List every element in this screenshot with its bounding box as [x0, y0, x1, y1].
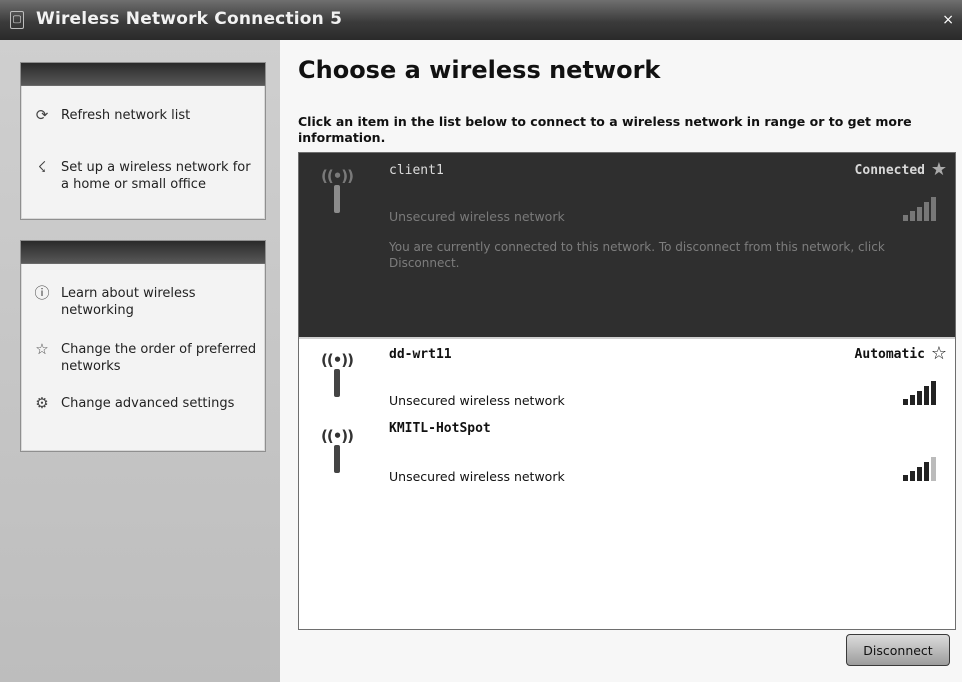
- settings-icon: ⚙: [35, 394, 49, 412]
- signal-strength-icon: [903, 197, 943, 221]
- task-label: Learn about wireless networking: [61, 286, 196, 318]
- signal-strength-icon: [903, 381, 943, 405]
- refresh-network-list-link[interactable]: ⟳ Refresh network list: [33, 107, 259, 125]
- title-bar: ▢ Wireless Network Connection 5 ×: [0, 0, 962, 40]
- related-tasks-panel: ⓘ Learn about wireless networking ☆ Chan…: [20, 240, 266, 452]
- network-security: Unsecured wireless network: [389, 209, 565, 224]
- setup-wireless-network-link[interactable]: ☇ Set up a wireless network for a home o…: [33, 159, 259, 193]
- network-item-client1[interactable]: ((•)) client1 Connected ★ Unsecured wire…: [299, 153, 955, 337]
- related-tasks-header: [21, 241, 265, 264]
- network-item-dd-wrt11[interactable]: ((•)) dd-wrt11 Automatic ☆ Unsecured wir…: [299, 339, 955, 411]
- refresh-icon: ⟳: [35, 106, 49, 124]
- network-ssid: client1: [389, 163, 444, 178]
- main-pane: Choose a wireless network Click an item …: [280, 40, 962, 682]
- wireless-antenna-icon: ((•)): [315, 425, 359, 477]
- wireless-antenna-icon: ((•)): [315, 165, 359, 217]
- preferred-star-icon: ☆: [930, 343, 947, 364]
- network-status: Connected: [854, 163, 925, 178]
- network-security: Unsecured wireless network: [389, 393, 565, 408]
- network-list[interactable]: ((•)) client1 Connected ★ Unsecured wire…: [298, 152, 956, 630]
- network-ssid: KMITL-HotSpot: [389, 421, 491, 436]
- page-title: Choose a wireless network: [298, 56, 661, 84]
- change-advanced-settings-link[interactable]: ⚙ Change advanced settings: [33, 395, 259, 413]
- info-icon: ⓘ: [34, 284, 50, 302]
- close-button[interactable]: ×: [942, 12, 954, 28]
- signal-strength-icon: [903, 457, 943, 481]
- task-label: Change the order of preferred networks: [61, 342, 257, 374]
- wireless-antenna-icon: ((•)): [315, 349, 359, 401]
- window-title: Wireless Network Connection 5: [36, 9, 343, 29]
- network-security: Unsecured wireless network: [389, 469, 565, 484]
- window-icon: ▢: [10, 11, 24, 29]
- connection-note: You are currently connected to this netw…: [389, 240, 885, 270]
- star-icon: ☆: [35, 340, 49, 358]
- network-status: Automatic: [854, 347, 925, 362]
- disconnect-button[interactable]: Disconnect: [846, 634, 950, 666]
- network-item-kmitl-hotspot[interactable]: ((•)) KMITL-HotSpot Unsecured wireless n…: [299, 415, 955, 491]
- instruction-text: Click an item in the list below to conne…: [298, 114, 912, 145]
- network-tasks-panel: ⟳ Refresh network list ☇ Set up a wirele…: [20, 62, 266, 220]
- task-label: Refresh network list: [61, 108, 191, 123]
- sidebar: ⟳ Refresh network list ☇ Set up a wirele…: [0, 40, 280, 682]
- learn-about-wireless-link[interactable]: ⓘ Learn about wireless networking: [33, 285, 259, 319]
- preferred-star-icon: ★: [930, 159, 947, 180]
- task-label: Set up a wireless network for a home or …: [61, 160, 251, 192]
- network-ssid: dd-wrt11: [389, 347, 452, 362]
- network-tasks-header: [21, 63, 265, 86]
- setup-wizard-icon: ☇: [37, 158, 47, 176]
- task-label: Change advanced settings: [61, 396, 235, 411]
- change-preferred-order-link[interactable]: ☆ Change the order of preferred networks: [33, 341, 259, 375]
